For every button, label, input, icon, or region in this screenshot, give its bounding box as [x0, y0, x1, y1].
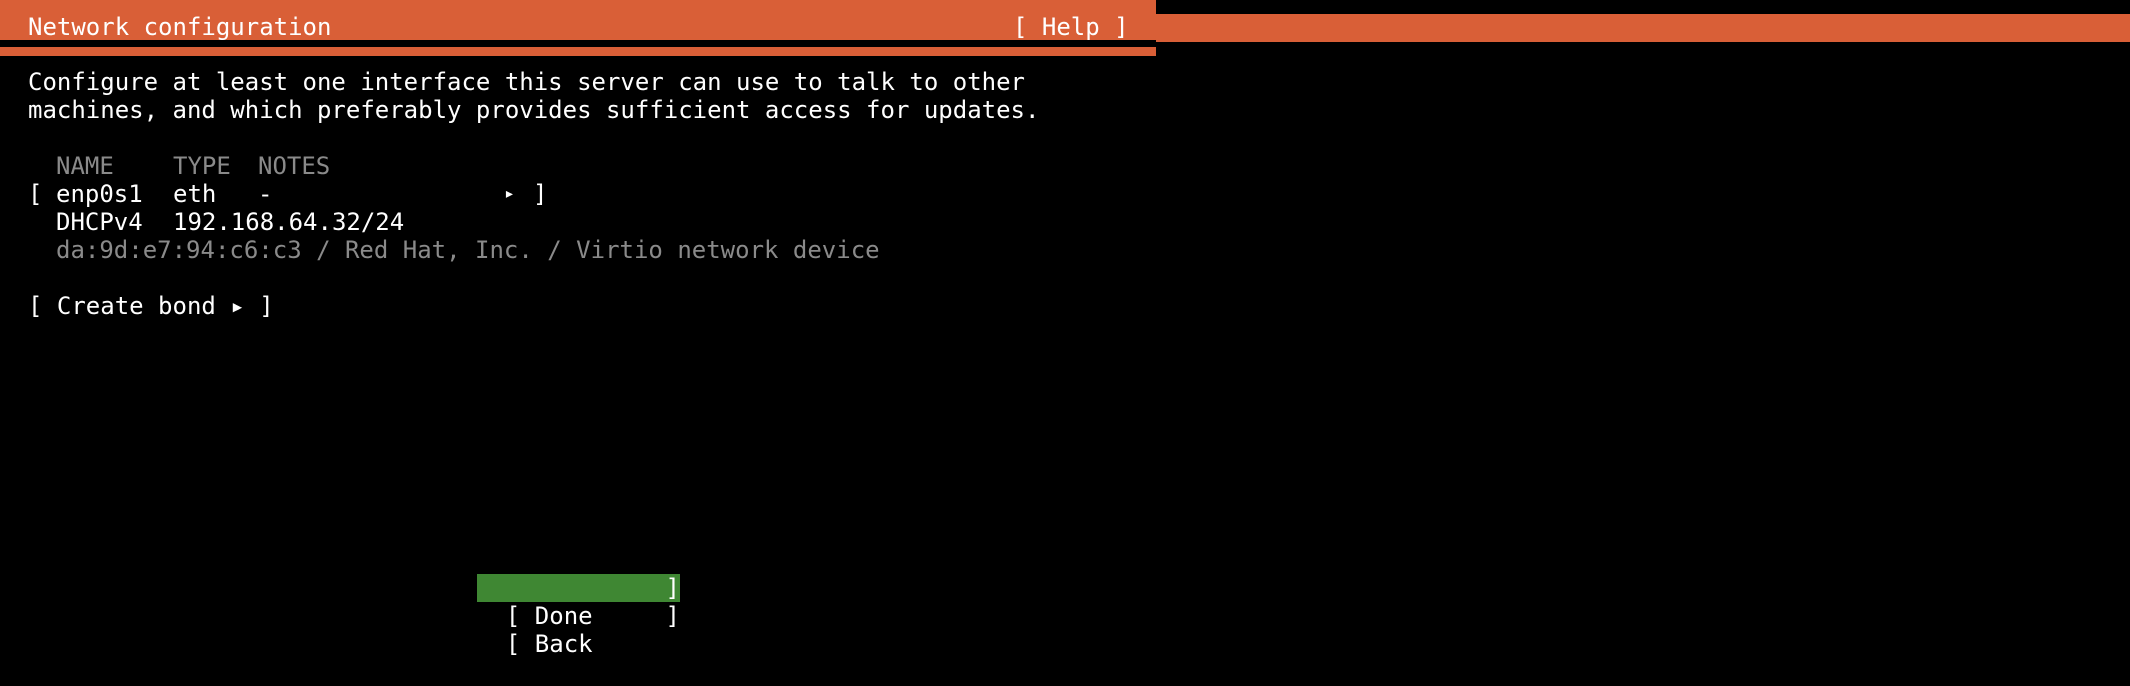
back-button-close-bracket: ]	[665, 602, 680, 630]
back-button-label: [ Back	[505, 630, 593, 658]
interface-type: eth	[173, 180, 217, 208]
hardware-info: da:9d:e7:94:c6:c3 / Red Hat, Inc. / Virt…	[56, 236, 880, 264]
interface-notes: -	[258, 180, 273, 208]
back-button[interactable]: [ Back ]	[477, 602, 680, 658]
header-bar-extension	[1156, 14, 2130, 42]
row-open-bracket: [	[28, 180, 43, 208]
header-underline	[0, 47, 1156, 56]
column-header-notes: NOTES	[258, 152, 331, 180]
column-header-type: TYPE	[173, 152, 231, 180]
create-bond-button[interactable]: [ Create bond ▸ ]	[28, 292, 274, 320]
help-button[interactable]: [ Help ]	[1013, 13, 1129, 41]
address-type: DHCPv4	[56, 208, 143, 236]
column-header-name: NAME	[56, 152, 114, 180]
page-title: Network configuration	[28, 13, 332, 41]
row-close-bracket: ]	[533, 180, 548, 208]
intro-text-line-1: Configure at least one interface this se…	[28, 68, 1025, 96]
interface-name: enp0s1	[56, 180, 143, 208]
address-value: 192.168.64.32/24	[173, 208, 405, 236]
intro-text-line-2: machines, and which preferably provides …	[28, 96, 1040, 124]
done-button[interactable]: [ Done ]	[477, 574, 680, 630]
done-button-close-bracket: ]	[665, 574, 680, 602]
submenu-arrow-icon: ▸	[504, 183, 515, 204]
